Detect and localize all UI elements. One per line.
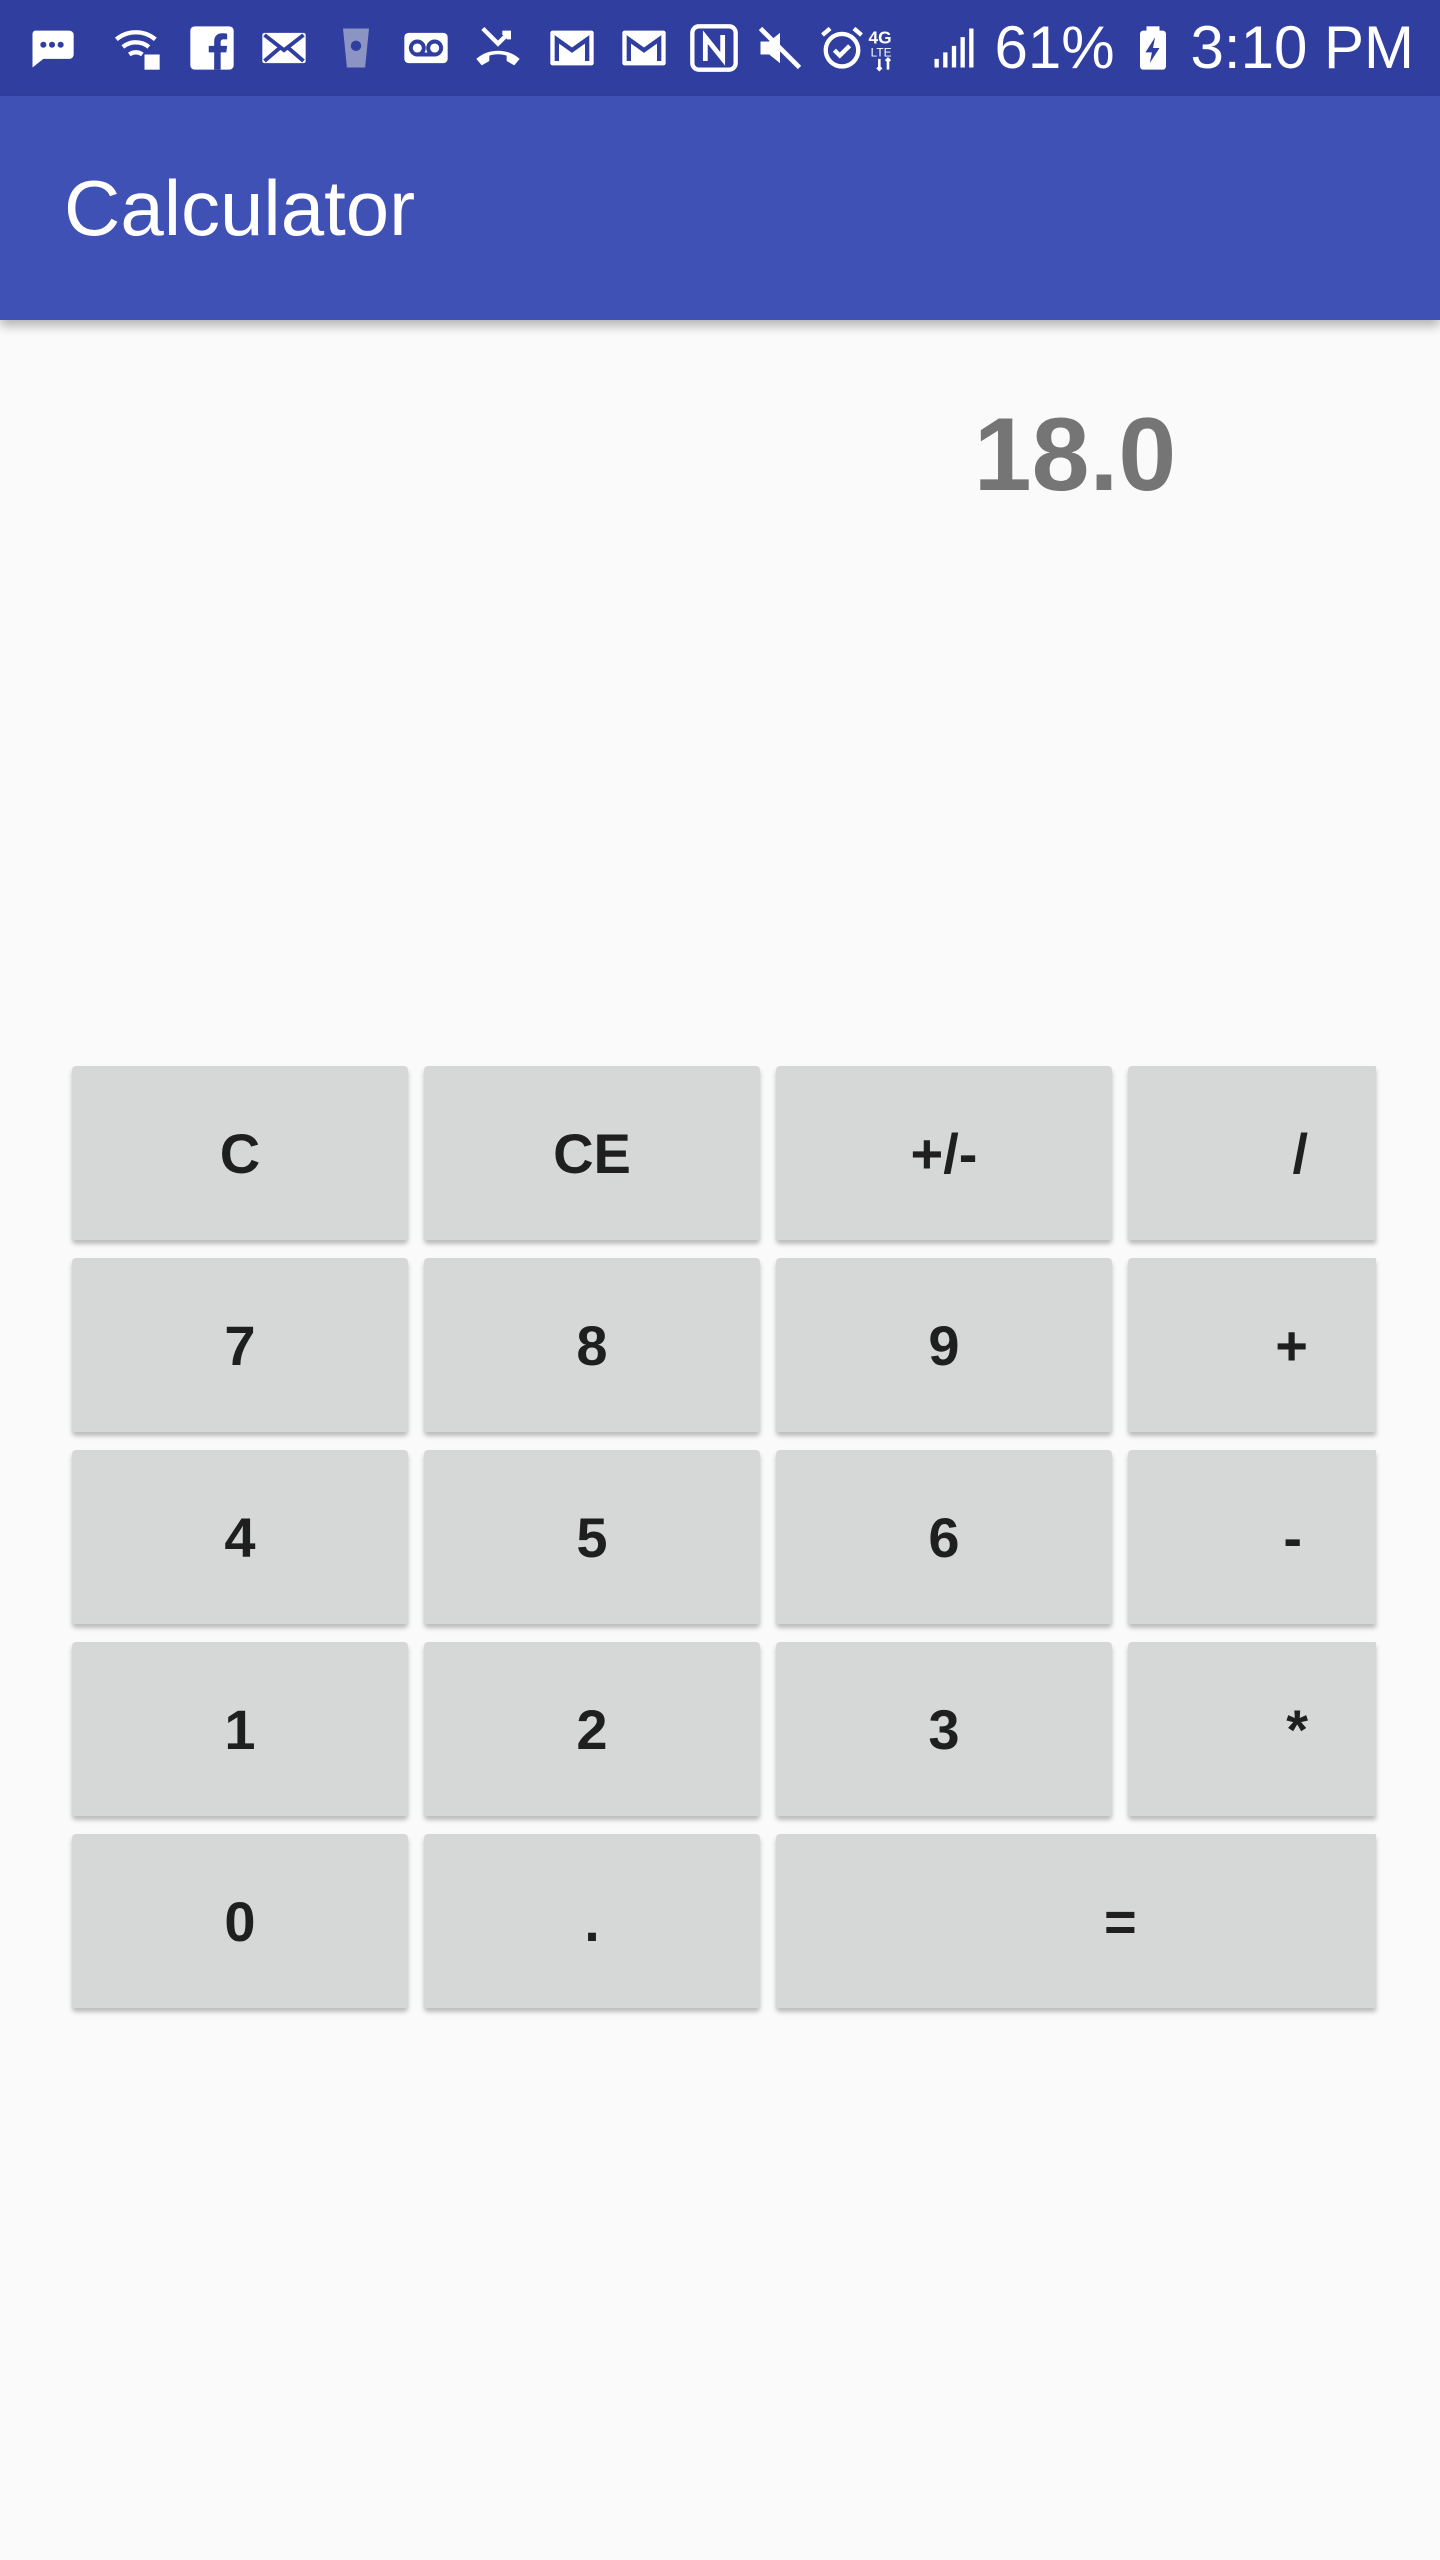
signal-icon	[928, 22, 980, 74]
app-bar: Calculator	[0, 96, 1440, 320]
digit-1-button[interactable]: 1	[72, 1642, 408, 1816]
clear-entry-button[interactable]: CE	[424, 1066, 760, 1240]
alarm-icon	[816, 22, 868, 74]
gmail-icon	[546, 22, 598, 74]
keypad: C CE +/- / 7 8 9 + 4 5 6 - 1 2 3 * 0 . =	[0, 0, 1440, 2560]
digit-6-button[interactable]: 6	[776, 1450, 1112, 1624]
messages-icon	[26, 22, 78, 74]
gmail-icon-2	[618, 22, 670, 74]
status-bar: 4G LTE 61% 3:10 PM	[0, 0, 1440, 96]
digit-0-button[interactable]: 0	[72, 1834, 408, 2008]
voicemail-icon	[400, 22, 452, 74]
equals-button[interactable]: =	[776, 1834, 1376, 2008]
cup-icon	[330, 22, 382, 74]
clear-button[interactable]: C	[72, 1066, 408, 1240]
result-display: 18.0	[973, 397, 1177, 513]
digit-8-button[interactable]: 8	[424, 1258, 760, 1432]
missed-call-icon	[472, 22, 524, 74]
lte-icon: 4G LTE	[862, 22, 914, 74]
add-button[interactable]: +	[1128, 1258, 1376, 1432]
digit-3-button[interactable]: 3	[776, 1642, 1112, 1816]
negate-button[interactable]: +/-	[776, 1066, 1112, 1240]
battery-percentage: 61%	[994, 14, 1115, 81]
email-icon	[258, 22, 310, 74]
nfc-icon	[688, 22, 740, 74]
svg-text:4G: 4G	[869, 28, 892, 48]
digit-4-button[interactable]: 4	[72, 1450, 408, 1624]
battery-charging-icon	[1127, 22, 1179, 74]
digit-5-button[interactable]: 5	[424, 1450, 760, 1624]
multiply-button[interactable]: *	[1128, 1642, 1376, 1816]
facebook-icon	[186, 22, 238, 74]
wifi-calling-icon	[112, 22, 164, 74]
status-clock: 3:10 PM	[1190, 14, 1414, 81]
app-title: Calculator	[64, 164, 416, 252]
divide-button[interactable]: /	[1128, 1066, 1376, 1240]
mute-icon	[754, 22, 806, 74]
digit-2-button[interactable]: 2	[424, 1642, 760, 1816]
decimal-button[interactable]: .	[424, 1834, 760, 2008]
digit-9-button[interactable]: 9	[776, 1258, 1112, 1432]
subtract-button[interactable]: -	[1128, 1450, 1376, 1624]
status-right: 4G LTE 61% 3:10 PM	[862, 0, 1414, 96]
digit-7-button[interactable]: 7	[72, 1258, 408, 1432]
